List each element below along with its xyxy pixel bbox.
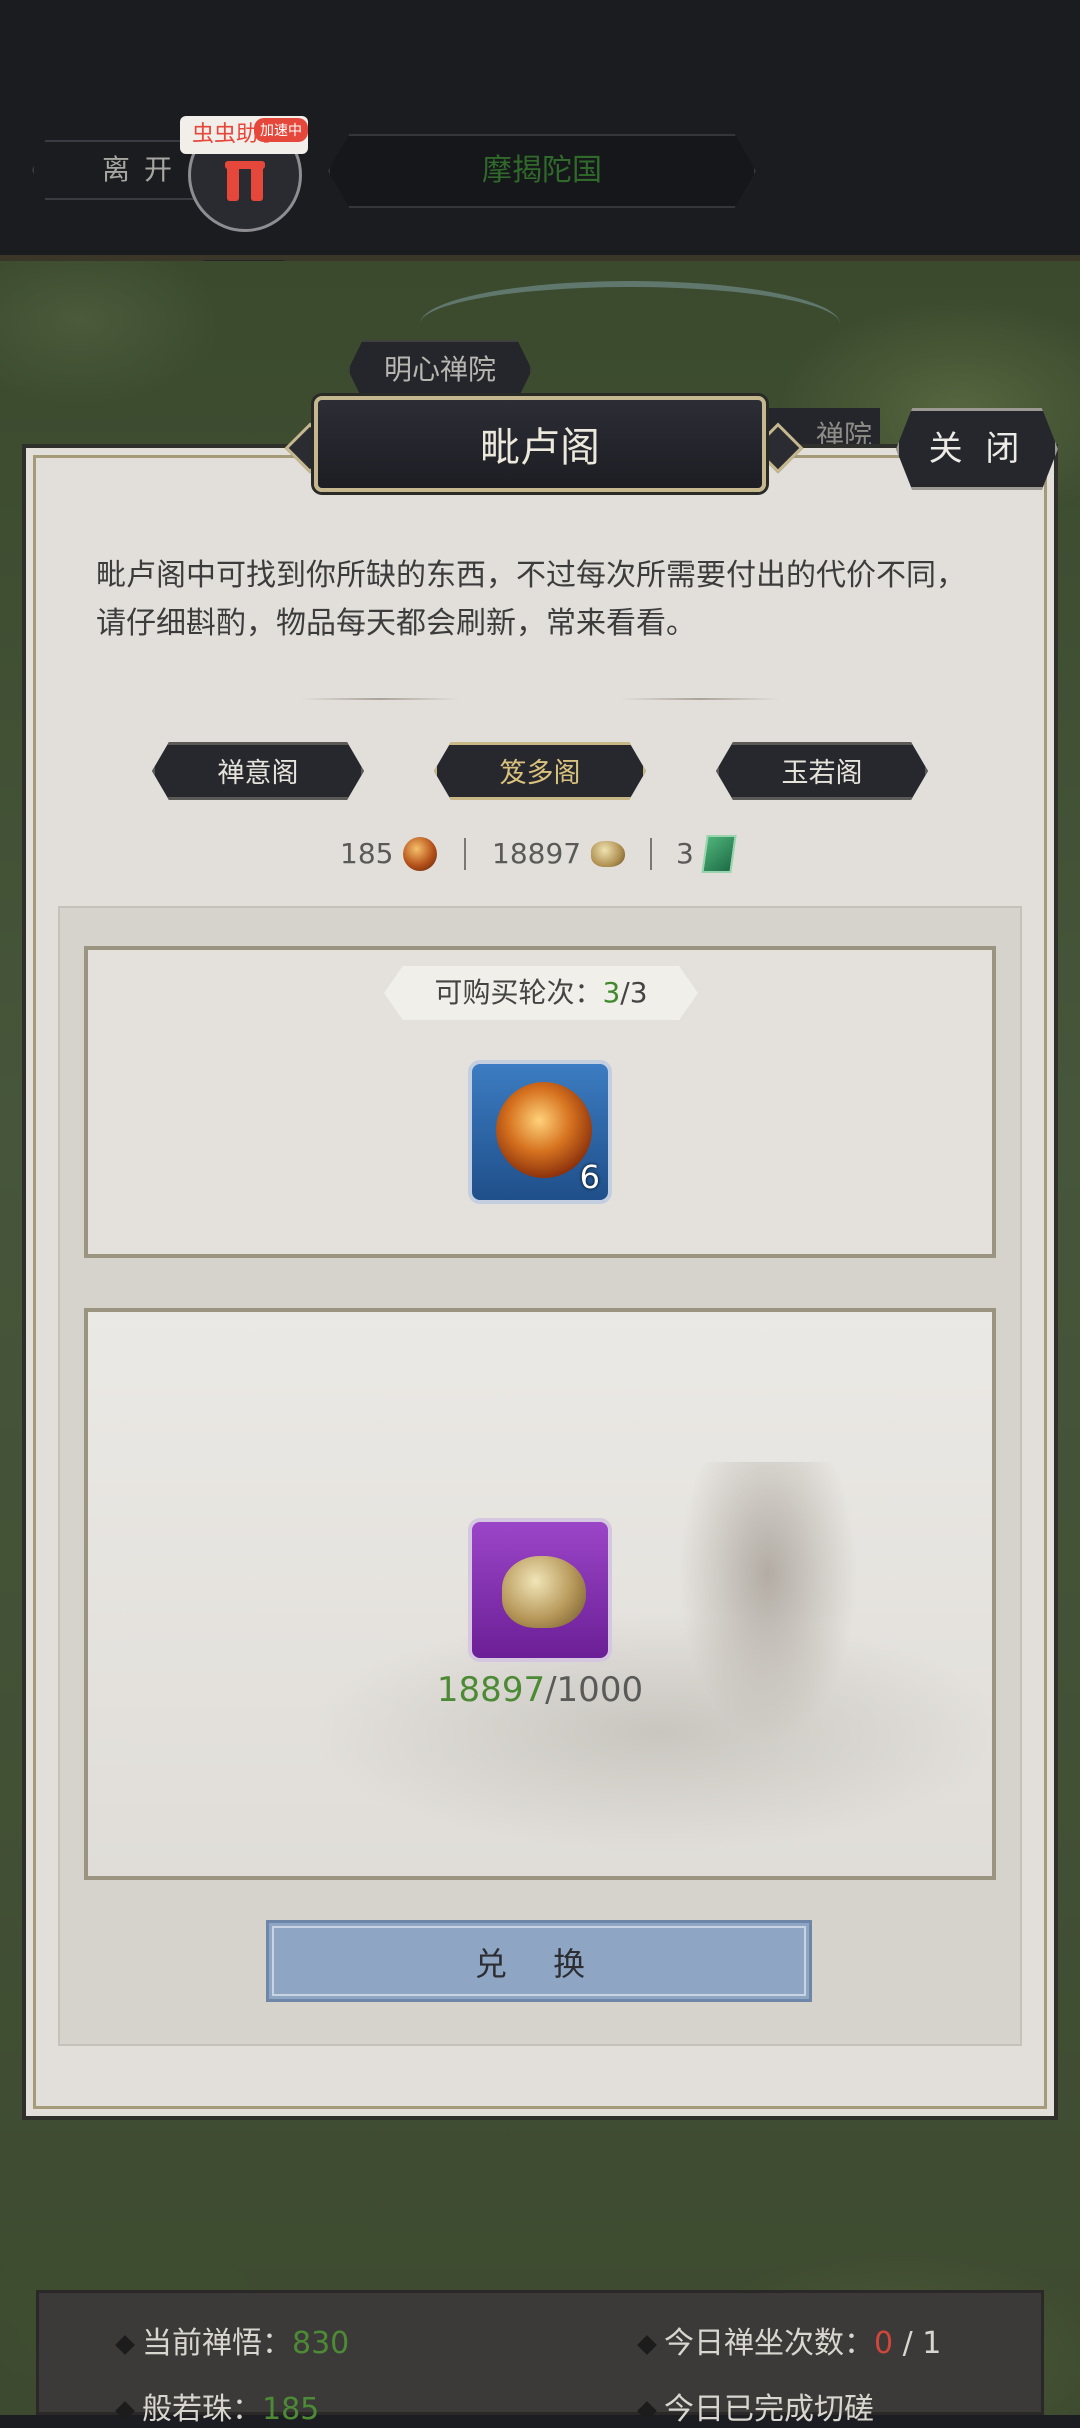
spar-label: 今日已完成切磋 [664,2392,874,2427]
tab-yuruo[interactable]: 玉若阁 [716,742,928,800]
panel-title: 毗卢阁 [314,396,766,492]
reward-item-slot[interactable]: 6 [468,1060,612,1204]
hall-tab-mingxin[interactable]: 明心禅院 [348,340,532,400]
fire-orb-icon [496,1082,592,1178]
jade-token-icon [701,835,737,873]
chan-label: 当前禅悟： [142,2326,292,2361]
close-button[interactable]: 关 闭 [896,408,1058,490]
cost-item-slot[interactable] [468,1518,612,1662]
mist-painting [308,1612,992,1852]
chan-value: 830 [292,2326,350,2361]
currency-separator [650,838,652,870]
fire-orb-icon [403,837,438,871]
diamond-bullet-icon [637,2334,657,2355]
currency-jade: 3 [676,834,737,874]
rounds-current: 3 [602,976,621,1009]
spar-stat: 今日已完成切磋 [637,2384,874,2428]
currency-orb-value: 185 [340,837,394,870]
rounds-total: /3 [620,976,648,1009]
currency-gold-value: 18897 [492,837,582,870]
chan-stat: 当前禅悟：830 [115,2318,350,2362]
bead-label: 般若珠： [142,2392,262,2427]
tab-jiduo[interactable]: 笈多阁 [434,742,646,800]
diamond-bullet-icon [637,2400,657,2421]
accelerating-badge: 加速中 [254,118,308,142]
currency-orb: 185 [340,834,438,874]
sit-stat: 今日禅坐次数：0 / 1 [637,2318,942,2362]
currency-jade-value: 3 [676,837,694,870]
divider-left [300,698,460,700]
gold-nugget-icon [591,841,626,867]
rounds-label: 可购买轮次： [434,976,603,1009]
gold-nugget-icon [502,1556,586,1628]
bead-stat: 般若珠：185 [115,2384,320,2428]
top-bar [0,0,1080,261]
currency-separator [464,838,466,870]
tab-chanyi[interactable]: 禅意阁 [152,742,364,800]
cost-required: /1000 [545,1670,644,1710]
region-title[interactable]: 摩揭陀国 [328,134,756,208]
divider-right [620,698,780,700]
sit-total: / 1 [893,2326,942,2361]
exchange-button[interactable]: 兑 换 [266,1920,812,2002]
bead-value: 185 [262,2392,320,2427]
sit-label: 今日禅坐次数： [664,2326,874,2361]
purchase-rounds: 可购买轮次：3/3 [384,966,698,1020]
reward-item-quantity: 6 [579,1158,600,1196]
currency-gold: 18897 [492,834,626,874]
cost-amount: 18897/1000 [340,1670,740,1710]
diamond-bullet-icon [115,2334,135,2355]
diamond-bullet-icon [115,2400,135,2421]
cost-owned: 18897 [436,1670,546,1710]
panel-description: 毗卢阁中可找到你所缺的东西，不过每次所需要付出的代价不同，请仔细斟酌，物品每天都… [96,558,966,641]
sit-value: 0 [874,2326,894,2361]
